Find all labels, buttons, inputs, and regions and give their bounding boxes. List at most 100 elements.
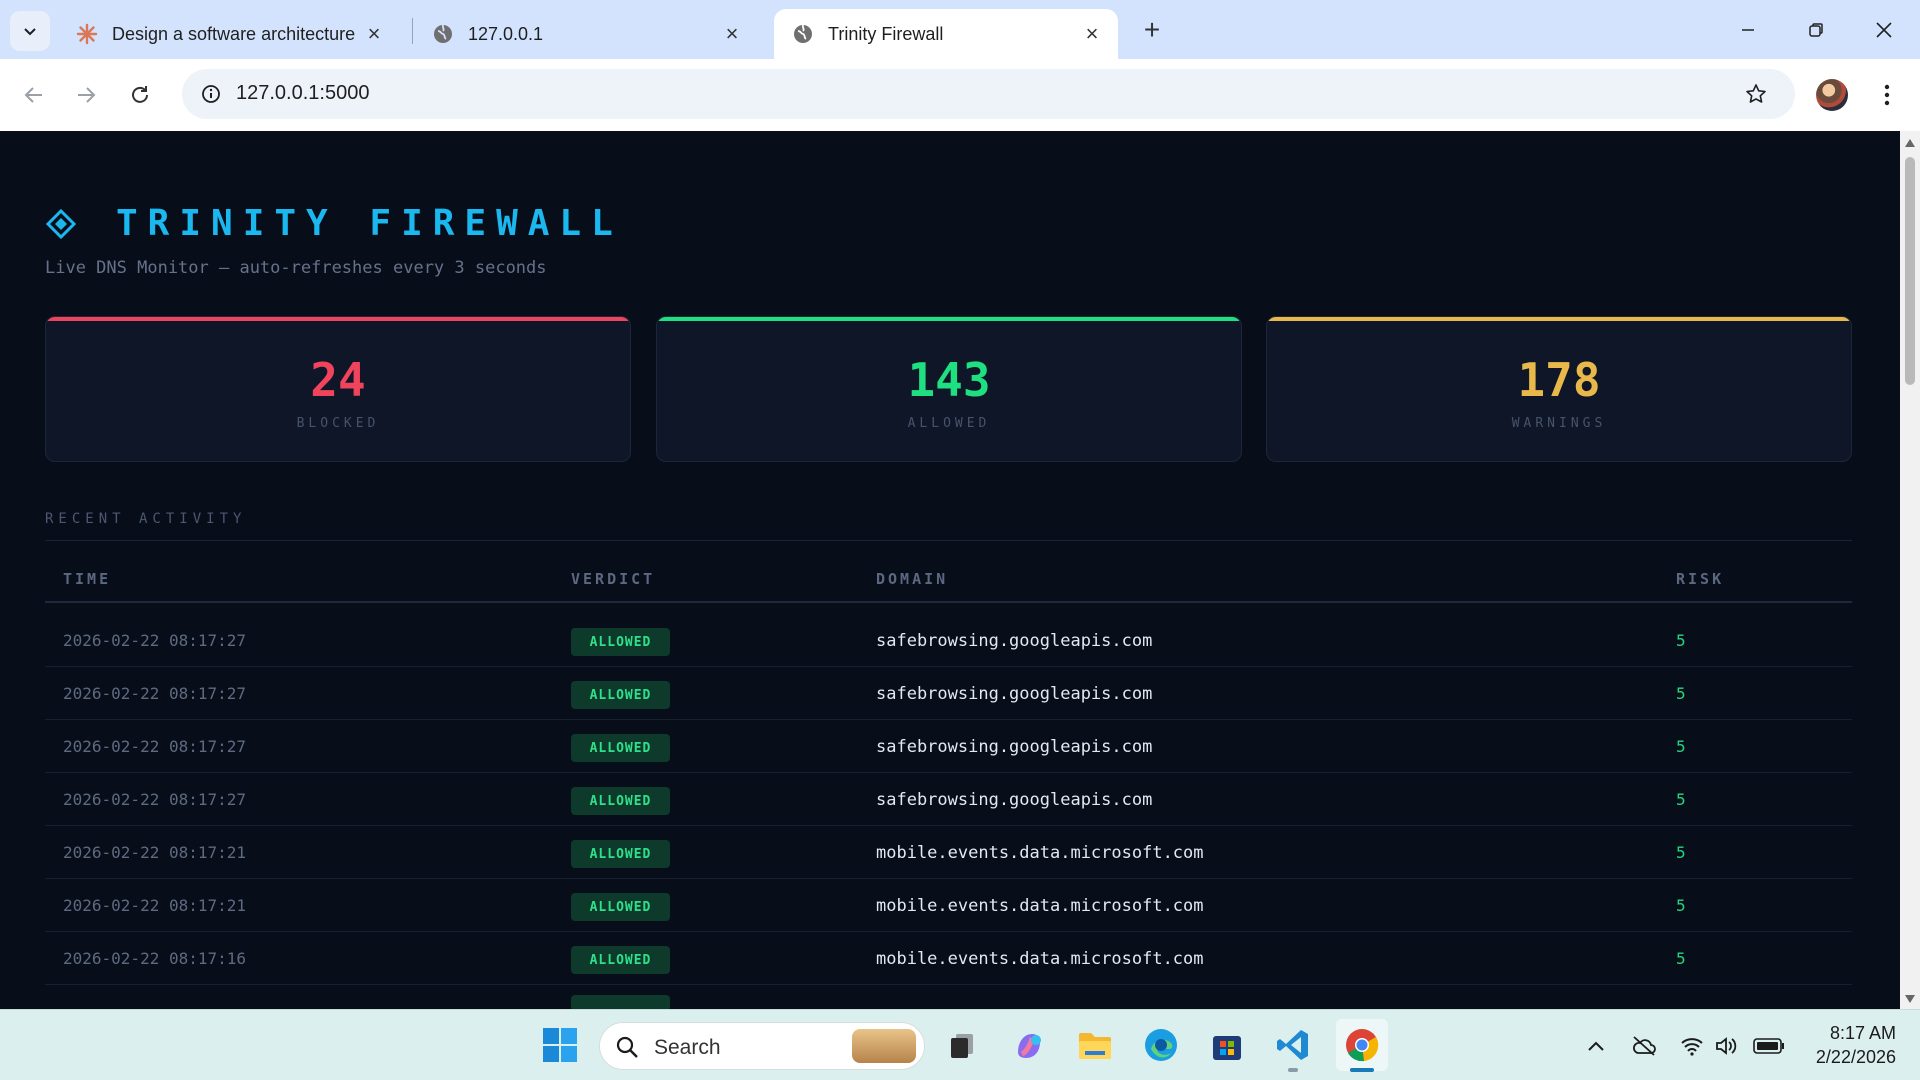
speaker-icon [1716,1037,1737,1055]
task-view-icon [951,1034,973,1058]
globe-icon [792,23,814,45]
minimize-button[interactable] [1726,8,1770,52]
search-label: Search [654,1036,721,1059]
cloud-off-icon [1633,1036,1656,1056]
close-icon[interactable]: × [1080,21,1104,46]
chrome-app-button[interactable] [1336,1019,1388,1071]
arrow-left-icon [24,87,42,103]
table-row: 2026-02-22 08:17:21 ALLOWED mobile.event… [45,879,1852,932]
cell-domain: safebrowsing.googleapis.com [876,684,1153,704]
battery-icon [1753,1038,1784,1054]
store-icon [1213,1036,1241,1060]
tab-trinity-firewall[interactable]: Trinity Firewall × [774,9,1118,59]
close-icon[interactable]: × [720,21,744,46]
chevron-up-icon [1588,1041,1604,1051]
show-hidden-icons-button[interactable] [1582,1033,1610,1059]
cell-domain: safebrowsing.googleapis.com [876,790,1153,810]
tab-localhost[interactable]: 127.0.0.1 × [414,9,758,59]
table-row: 2026-02-22 08:17:16 ALLOWED mobile.event… [45,932,1852,985]
site-info-icon[interactable] [196,79,226,109]
section-title: RECENT ACTIVITY [45,511,247,527]
cell-domain: mobile.events.data.microsoft.com [876,949,1204,969]
cell-risk: 5 [1676,843,1686,862]
vscode-app-button[interactable] [1271,1023,1315,1067]
tab-design-architecture[interactable]: Design a software architecture × [58,9,400,59]
tab-divider [412,18,413,44]
table-row-partial [45,985,1852,1009]
cell-risk: 5 [1676,896,1686,915]
page-title: TRINITY FIREWALL [116,203,623,244]
table-header: TIME VERDICT DOMAIN RISK [45,563,1852,603]
cell-risk: 5 [1676,737,1686,756]
edge-app-button[interactable] [1139,1023,1183,1067]
forward-button[interactable] [66,75,106,115]
diamond-logo-icon [46,208,76,239]
url-text[interactable]: 127.0.0.1:5000 [236,82,369,105]
bookmark-star-icon[interactable] [1741,79,1771,109]
stat-card-warnings: 178 WARNINGS [1266,316,1852,462]
wifi-icon [1681,1038,1703,1056]
cell-domain: safebrowsing.googleapis.com [876,737,1153,757]
column-header-risk: RISK [1676,570,1725,588]
verdict-badge: ALLOWED [571,840,670,868]
stat-accent-bar [1267,317,1851,321]
battery-button[interactable] [1752,1033,1786,1059]
restore-button[interactable] [1794,8,1838,52]
cell-risk: 5 [1676,790,1686,809]
windows-logo-icon [543,1028,577,1062]
reload-button[interactable] [120,75,160,115]
store-app-button[interactable] [1205,1023,1249,1067]
scroll-up-arrow-icon[interactable] [1904,137,1916,149]
clock-time: 8:17 AM [1829,1023,1896,1043]
browser-toolbar: 127.0.0.1:5000 [0,59,1920,131]
cell-time: 2026-02-22 08:17:27 [63,737,247,756]
taskbar-search-box[interactable]: Search [599,1022,925,1070]
browser-menu-button[interactable] [1872,79,1902,111]
chrome-icon [1346,1029,1379,1062]
back-button[interactable] [14,75,54,115]
tab-title: Trinity Firewall [828,23,944,44]
search-icon [614,1034,640,1060]
stat-label: WARNINGS [1511,416,1607,431]
search-highlight-image[interactable] [852,1029,916,1063]
cell-time: 2026-02-22 08:17:21 [63,843,247,862]
firewall-dashboard: TRINITY FIREWALL Live DNS Monitor — auto… [0,131,1900,1009]
file-explorer-button[interactable] [1073,1023,1117,1067]
onedrive-status-button[interactable] [1630,1033,1658,1059]
folder-icon [1079,1033,1111,1059]
stat-value: 178 [1517,353,1601,407]
close-window-button[interactable] [1862,8,1906,52]
scrollbar-thumb[interactable] [1905,157,1915,385]
stat-card-allowed: 143 ALLOWED [656,316,1242,462]
task-view-button[interactable] [940,1023,984,1067]
claude-icon [76,23,98,45]
wifi-button[interactable] [1678,1033,1706,1059]
stat-card-blocked: 24 BLOCKED [45,316,631,462]
stat-value: 143 [907,353,991,407]
restore-icon [1809,23,1823,37]
cell-risk: 5 [1676,631,1686,650]
address-bar[interactable]: 127.0.0.1:5000 [182,69,1795,119]
system-clock[interactable]: 8:17 AM 2/22/2026 [1800,1021,1896,1069]
close-icon[interactable]: × [362,21,386,46]
table-row: 2026-02-22 08:17:27 ALLOWED safebrowsing… [45,614,1852,667]
page-subtitle: Live DNS Monitor — auto-refreshes every … [45,258,547,278]
verdict-badge: ALLOWED [571,628,670,656]
tab-title: Design a software architecture [112,23,356,44]
page-scrollbar[interactable] [1900,131,1920,1009]
table-row: 2026-02-22 08:17:21 ALLOWED mobile.event… [45,826,1852,879]
new-tab-button[interactable]: + [1136,14,1168,46]
cell-time: 2026-02-22 08:17:21 [63,896,247,915]
cell-domain: mobile.events.data.microsoft.com [876,843,1204,863]
start-button[interactable] [538,1023,582,1067]
verdict-badge: ALLOWED [571,681,670,709]
clock-date: 2/22/2026 [1815,1047,1896,1067]
verdict-badge: ALLOWED [571,787,670,815]
verdict-badge-partial [571,995,670,1009]
profile-avatar[interactable] [1816,79,1848,111]
cell-time: 2026-02-22 08:17:27 [63,631,247,650]
volume-button[interactable] [1712,1033,1740,1059]
scroll-down-arrow-icon[interactable] [1904,993,1916,1005]
tab-search-button[interactable] [10,11,50,51]
copilot-app-button[interactable] [1007,1023,1051,1067]
